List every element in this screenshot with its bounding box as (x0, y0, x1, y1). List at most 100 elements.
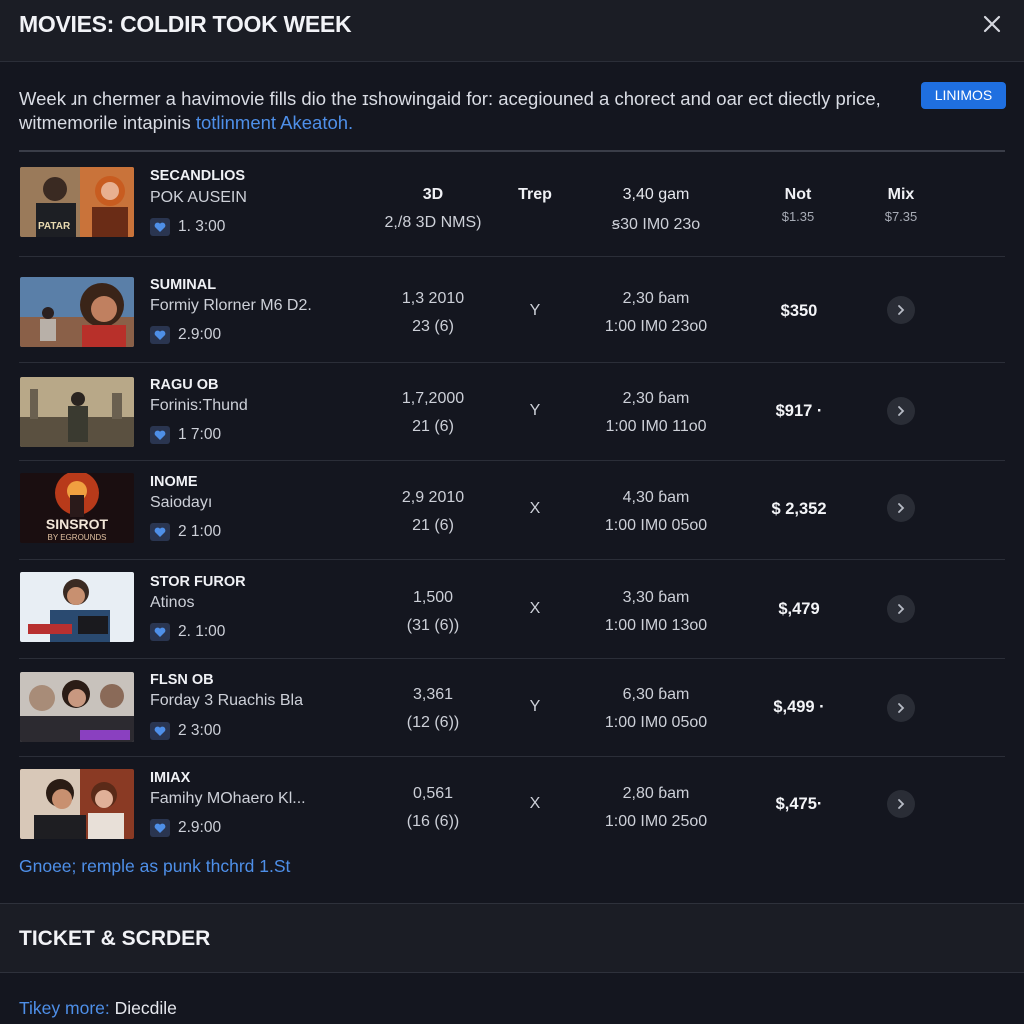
showing-count: 2,9 2010 (401, 489, 465, 506)
ticket-price: $,499 · (773, 698, 825, 716)
close-icon[interactable] (978, 10, 1006, 38)
heart-icon[interactable] (150, 819, 170, 837)
divider (19, 150, 1005, 152)
heart-icon[interactable] (150, 218, 170, 236)
showtime[interactable]: 4,30 ɓam (586, 489, 726, 507)
row-1-mix-price: $7.35 (884, 209, 918, 224)
rating-value: 2.9:00 (178, 819, 222, 836)
row-1-not-price: $1.35 (781, 209, 815, 224)
movie-poster (20, 277, 134, 347)
footer-link[interactable]: Gnoee; remple as punk thchrd 1.St (19, 856, 290, 877)
movie-row-2[interactable]: SUMINAL Formiy Rlorner M6 D2. 2.9:00 1,3… (19, 257, 1005, 363)
section-header: TICKET & SCRDER (0, 903, 1024, 973)
chevron-right-icon[interactable] (887, 494, 915, 522)
movie-poster: PATAR (20, 167, 134, 237)
ticket-price: $ 2,352 (771, 500, 827, 518)
showing-sub: 21 (6) (412, 418, 454, 435)
chevron-right-icon[interactable] (887, 595, 915, 623)
heart-icon[interactable] (150, 523, 170, 541)
row-1-time: ꞩ30 IM0 23o (611, 216, 701, 233)
showtime-sub: 1:00 IM0 05o0 (604, 714, 708, 731)
movie-rating: 2 3:00 (150, 722, 221, 740)
movie-rating: 1 7:00 (150, 426, 221, 444)
movie-row-1[interactable]: PATAR SECANDLIOS POK AUSEIN 1. 3:00 3D 2… (19, 160, 1005, 257)
movie-row-4[interactable]: SINSROT BY EGROUNDS INOME Saiodayı 2 1:0… (19, 461, 1005, 560)
movie-row-5[interactable]: STOR FUROR Atinos 2. 1:00 1,500 (31 (6))… (19, 560, 1005, 659)
movie-subtitle: Forinis:Thund (150, 397, 248, 414)
rating-value: 2 3:00 (178, 722, 222, 739)
modal-header: MOVIES: COLDIR TOOK WEEK (0, 0, 1024, 62)
ticket-price: $917 · (775, 402, 823, 420)
trep-value: Y (529, 402, 541, 419)
chevron-right-icon[interactable] (887, 397, 915, 425)
col-header-3d: 3D (422, 186, 444, 203)
showtime-sub: 1:00 IM0 13o0 (604, 617, 708, 634)
movie-title: SUMINAL (150, 277, 217, 293)
trep-value: X (529, 600, 541, 617)
poster-text: PATAR (38, 221, 71, 232)
movie-title: FLSN OB (150, 672, 214, 688)
movie-rating: 2.9:00 (150, 819, 221, 837)
trep-value: Y (529, 698, 541, 715)
showtime[interactable]: 2,80 ɓam (586, 785, 726, 803)
intro-link[interactable]: totlinment Akeatoh. (196, 112, 353, 133)
showing-count: 1,3 2010 (401, 290, 465, 307)
showtime[interactable]: 2,30 ɓam (586, 290, 726, 308)
movie-row-7[interactable]: IMIAX Famihy MOhaero Kl... 2.9:00 0,561 … (19, 757, 1005, 847)
movie-subtitle: Forday 3 Ruachis Bla (150, 692, 303, 709)
showtime[interactable]: 2,30 ɓam (586, 390, 726, 408)
showing-count: 1,7,2000 (401, 390, 465, 407)
movie-subtitle: Famihy MOhaero Kl... (150, 790, 306, 807)
movie-rating: 1. 3:00 (150, 218, 225, 236)
linimos-button[interactable]: LINIMOS (921, 82, 1006, 109)
movie-poster (20, 377, 134, 447)
showtime-sub: 1:00 IM0 25o0 (604, 813, 708, 830)
movie-title: STOR FUROR (150, 574, 246, 590)
heart-icon[interactable] (150, 426, 170, 444)
showtime-sub: 1:00 IM0 11o0 (605, 418, 707, 435)
rating-value: 1 7:00 (178, 426, 222, 443)
movie-poster (20, 769, 134, 839)
movie-poster (20, 672, 134, 742)
more-link[interactable]: Tikey more: (19, 998, 110, 1018)
chevron-right-icon[interactable] (887, 296, 915, 324)
movie-row-3[interactable]: RAGU OB Forinis:Thund 1 7:00 1,7,2000 21… (19, 363, 1005, 461)
section-title: TICKET & SCRDER (19, 927, 211, 950)
showing-sub: (31 (6)) (406, 617, 460, 634)
showing-sub: 21 (6) (412, 517, 454, 534)
showing-sub: (16 (6)) (406, 813, 460, 830)
chevron-right-icon[interactable] (887, 694, 915, 722)
rating-value: 2. 1:00 (178, 623, 226, 640)
movie-row-6[interactable]: FLSN OB Forday 3 Ruachis Bla 2 3:00 3,36… (19, 659, 1005, 757)
ticket-price: $,475· (775, 795, 823, 813)
poster-subtitle-text: BY EGROUNDS (48, 533, 107, 542)
intro-line-2: witmemorile intapinis totlinment Akeatoh… (19, 111, 919, 135)
trep-value: X (529, 795, 541, 812)
col-header-mix: Mix (887, 186, 915, 203)
bottom-text: Diecdile (109, 998, 177, 1018)
trep-value: Y (529, 302, 541, 319)
movie-poster (20, 572, 134, 642)
movie-rating: 2. 1:00 (150, 623, 225, 641)
showtime[interactable]: 6,30 ɓam (586, 686, 726, 704)
heart-icon[interactable] (150, 623, 170, 641)
showing-sub: (12 (6)) (406, 714, 460, 731)
poster-title-text: SINSROT (46, 516, 109, 532)
showtime-sub: 1:00 IM0 23o0 (604, 318, 708, 335)
movie-subtitle: Saiodayı (150, 494, 213, 511)
heart-icon[interactable] (150, 722, 170, 740)
movie-subtitle: Formiy Rlorner M6 D2. (150, 297, 312, 314)
movie-rating: 2 1:00 (150, 523, 221, 541)
chevron-right-icon[interactable] (887, 790, 915, 818)
showing-count: 0,561 (412, 785, 454, 802)
heart-icon[interactable] (150, 326, 170, 344)
movie-title: IMIAX (150, 770, 191, 786)
col-header-time: 3,40 ɡam (622, 186, 690, 203)
rating-value: 2.9:00 (178, 326, 222, 343)
ticket-price: $350 (780, 302, 818, 320)
intro-text: Week ɹn chermer a havimovie fills dio th… (19, 87, 919, 135)
showtime[interactable]: 3,30 ɓam (586, 589, 726, 607)
movie-title: SECANDLIOS (150, 168, 246, 184)
movie-subtitle: Atinos (150, 594, 195, 611)
movie-title: RAGU OB (150, 377, 219, 393)
